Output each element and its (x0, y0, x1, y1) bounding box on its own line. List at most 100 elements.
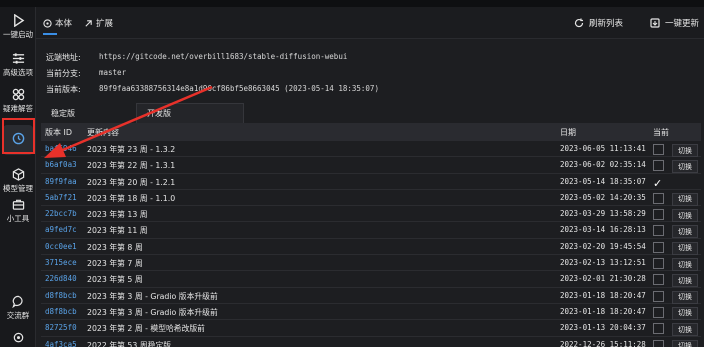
sidebar-item-community[interactable]: 交流群 (0, 294, 36, 321)
header-date: 日期 (560, 128, 576, 137)
core-icon (43, 18, 52, 28)
refresh-icon (574, 18, 584, 28)
version-id-link[interactable]: b6af0a3 (45, 160, 77, 169)
version-value: 89f9faa63388756314e8a1d96cf86bf5e8663045… (99, 84, 379, 93)
switch-version-button[interactable]: 切换 (672, 225, 698, 239)
commit-date: 2023-03-29 13:58:29 (560, 209, 646, 219)
switch-version-button[interactable]: 切换 (672, 290, 698, 304)
sidebar-item-launch[interactable]: 一键启动 (0, 13, 36, 40)
tab-label: 本体 (55, 19, 73, 29)
table-row: 22bcc7b 2023 年第 13 周 2023-03-29 13:58:29 切换 (41, 206, 701, 223)
update-content: 2023 年第 8 周 (87, 242, 143, 252)
version-id-link[interactable]: 226d840 (45, 274, 77, 283)
tab-extensions[interactable]: 扩展 (84, 17, 113, 29)
sidebar-item-label: 交流群 (6, 311, 30, 320)
current-checkbox (653, 225, 664, 237)
switch-version-button[interactable]: 切换 (672, 209, 698, 223)
commit-date: 2023-06-02 02:35:14 (560, 160, 646, 170)
table-row: 226d840 2023 年第 5 周 2023-02-01 21:30:28 切换 (41, 271, 701, 288)
table-row: 89f9faa 2023 年第 20 周 - 1.2.1 2023-05-14 18… (41, 174, 701, 190)
version-id-link[interactable]: baf6946 (45, 144, 77, 153)
commit-date: 2023-01-13 20:04:37 (560, 323, 646, 333)
update-content: 2023 年第 11 周 (87, 226, 148, 236)
switch-version-button[interactable]: 切换 (672, 323, 698, 337)
sidebar-item-label: 一键启动 (3, 30, 33, 39)
active-tab-indicator (43, 33, 57, 35)
current-checkbox (653, 160, 664, 172)
version-id-link[interactable]: 3715ece (45, 258, 77, 267)
table-row: 0cc0ee1 2023 年第 8 周 2023-02-20 19:45:54 切换 (41, 239, 701, 256)
update-icon (650, 18, 660, 28)
sidebar-item-tools[interactable]: 小工具 (0, 197, 36, 224)
sidebar-item-advanced[interactable]: 高级选项 (0, 51, 36, 78)
current-checkbox (653, 209, 664, 221)
version-id-link[interactable]: d8f8bcb (45, 291, 77, 300)
header-version-id: 版本 ID (45, 128, 73, 137)
one-click-update-button[interactable]: 一键更新 (650, 17, 699, 29)
current-checkbox (653, 144, 664, 155)
release-channel-tabs: 稳定版 开发版 (36, 103, 704, 123)
update-content: 2023 年第 3 周 - Gradio 版本升级前 (87, 307, 218, 317)
tab-dev[interactable]: 开发版 (136, 103, 244, 123)
update-content: 2023 年第 20 周 - 1.2.1 (87, 177, 176, 187)
switch-version-button[interactable]: 切换 (672, 258, 698, 272)
commit-date: 2023-05-02 14:20:35 (560, 192, 646, 202)
sidebar-item-label: 模型管理 (3, 184, 33, 193)
switch-version-button[interactable]: 切换 (672, 306, 698, 320)
commit-date: 2023-02-13 13:12:51 (560, 258, 646, 268)
switch-version-button[interactable]: 切换 (672, 160, 698, 174)
switch-version-button[interactable]: 切换 (672, 192, 698, 206)
version-id-link[interactable]: 4af3ca5 (45, 340, 77, 347)
main-panel: 本体 扩展 刷新列表 一键更新 远端地址: https://gitcode.ne… (36, 7, 704, 347)
version-id-link[interactable]: a9fed7c (45, 225, 77, 234)
update-content: 2023 年第 22 周 - 1.3.1 (87, 161, 176, 171)
version-id-link[interactable]: 22bcc7b (45, 209, 77, 218)
current-checkbox (653, 258, 664, 270)
switch-version-button[interactable]: 切换 (672, 339, 698, 347)
version-label: 当前版本: (46, 85, 81, 94)
cube-icon (11, 167, 25, 181)
refresh-list-button[interactable]: 刷新列表 (574, 17, 623, 29)
commit-date: 2023-02-01 21:30:28 (560, 274, 646, 284)
commit-date: 2023-01-18 18:20:47 (560, 306, 646, 316)
commit-date: 2023-06-05 11:13:41 (560, 144, 646, 153)
current-checkbox (653, 323, 664, 335)
tab-stable[interactable]: 稳定版 (41, 103, 101, 123)
version-id-link[interactable]: 89f9faa (45, 177, 77, 186)
update-content: 2023 年第 23 周 - 1.3.2 (87, 145, 176, 154)
table-row: 3715ece 2023 年第 7 周 2023-02-13 13:12:51 切换 (41, 255, 701, 272)
version-id-link[interactable]: 0cc0ee1 (45, 242, 77, 251)
current-checkbox (653, 274, 664, 286)
sidebar-item-models[interactable]: 模型管理 (0, 167, 36, 194)
sidebar-item-settings[interactable] (0, 331, 36, 347)
settings-icon (11, 331, 25, 345)
sidebar-item-label: 疑难解答 (3, 104, 33, 113)
update-content: 2023 年第 7 周 (87, 259, 143, 269)
tab-core[interactable]: 本体 (43, 17, 72, 29)
puzzle-icon (85, 19, 92, 27)
tab-label: 稳定版 (51, 108, 75, 118)
header-tabs-bar: 本体 扩展 刷新列表 一键更新 (36, 7, 704, 39)
update-content: 2022 年第 53 周稳定版 (87, 340, 171, 347)
tab-label: 扩展 (96, 19, 114, 29)
current-checkbox (653, 290, 664, 302)
current-checkmark-icon: ✓ (653, 176, 663, 190)
update-content: 2023 年第 18 周 - 1.1.0 (87, 193, 176, 203)
sidebar-item-label: 高级选项 (3, 68, 33, 77)
branch-value: master (99, 68, 127, 77)
version-id-link[interactable]: 82725f0 (45, 323, 77, 332)
switch-version-button[interactable]: 切换 (672, 241, 698, 255)
table-row: d8f8bcb 2023 年第 3 周 - Gradio 版本升级前 2023-01… (41, 288, 701, 304)
commit-date: 2023-01-18 18:20:47 (560, 290, 646, 300)
version-table: 版本 ID 更新内容 日期 当前 baf6946 2023 年第 23 周 - 1… (41, 123, 701, 347)
commit-date: 2023-02-20 19:45:54 (560, 241, 646, 251)
version-id-link[interactable]: d8f8bcb (45, 307, 77, 316)
sidebar-item-troubleshoot[interactable]: 疑难解答 (0, 87, 36, 114)
commit-date: 2022-12-26 15:11:28 (560, 339, 646, 347)
update-content: 2023 年第 13 周 (87, 210, 148, 220)
switch-version-button[interactable]: 切换 (672, 144, 698, 157)
switch-version-button[interactable]: 切换 (672, 274, 698, 288)
version-id-link[interactable]: 5ab7f21 (45, 193, 77, 202)
wrench-icon (11, 87, 25, 101)
one-click-update-label: 一键更新 (665, 19, 700, 29)
